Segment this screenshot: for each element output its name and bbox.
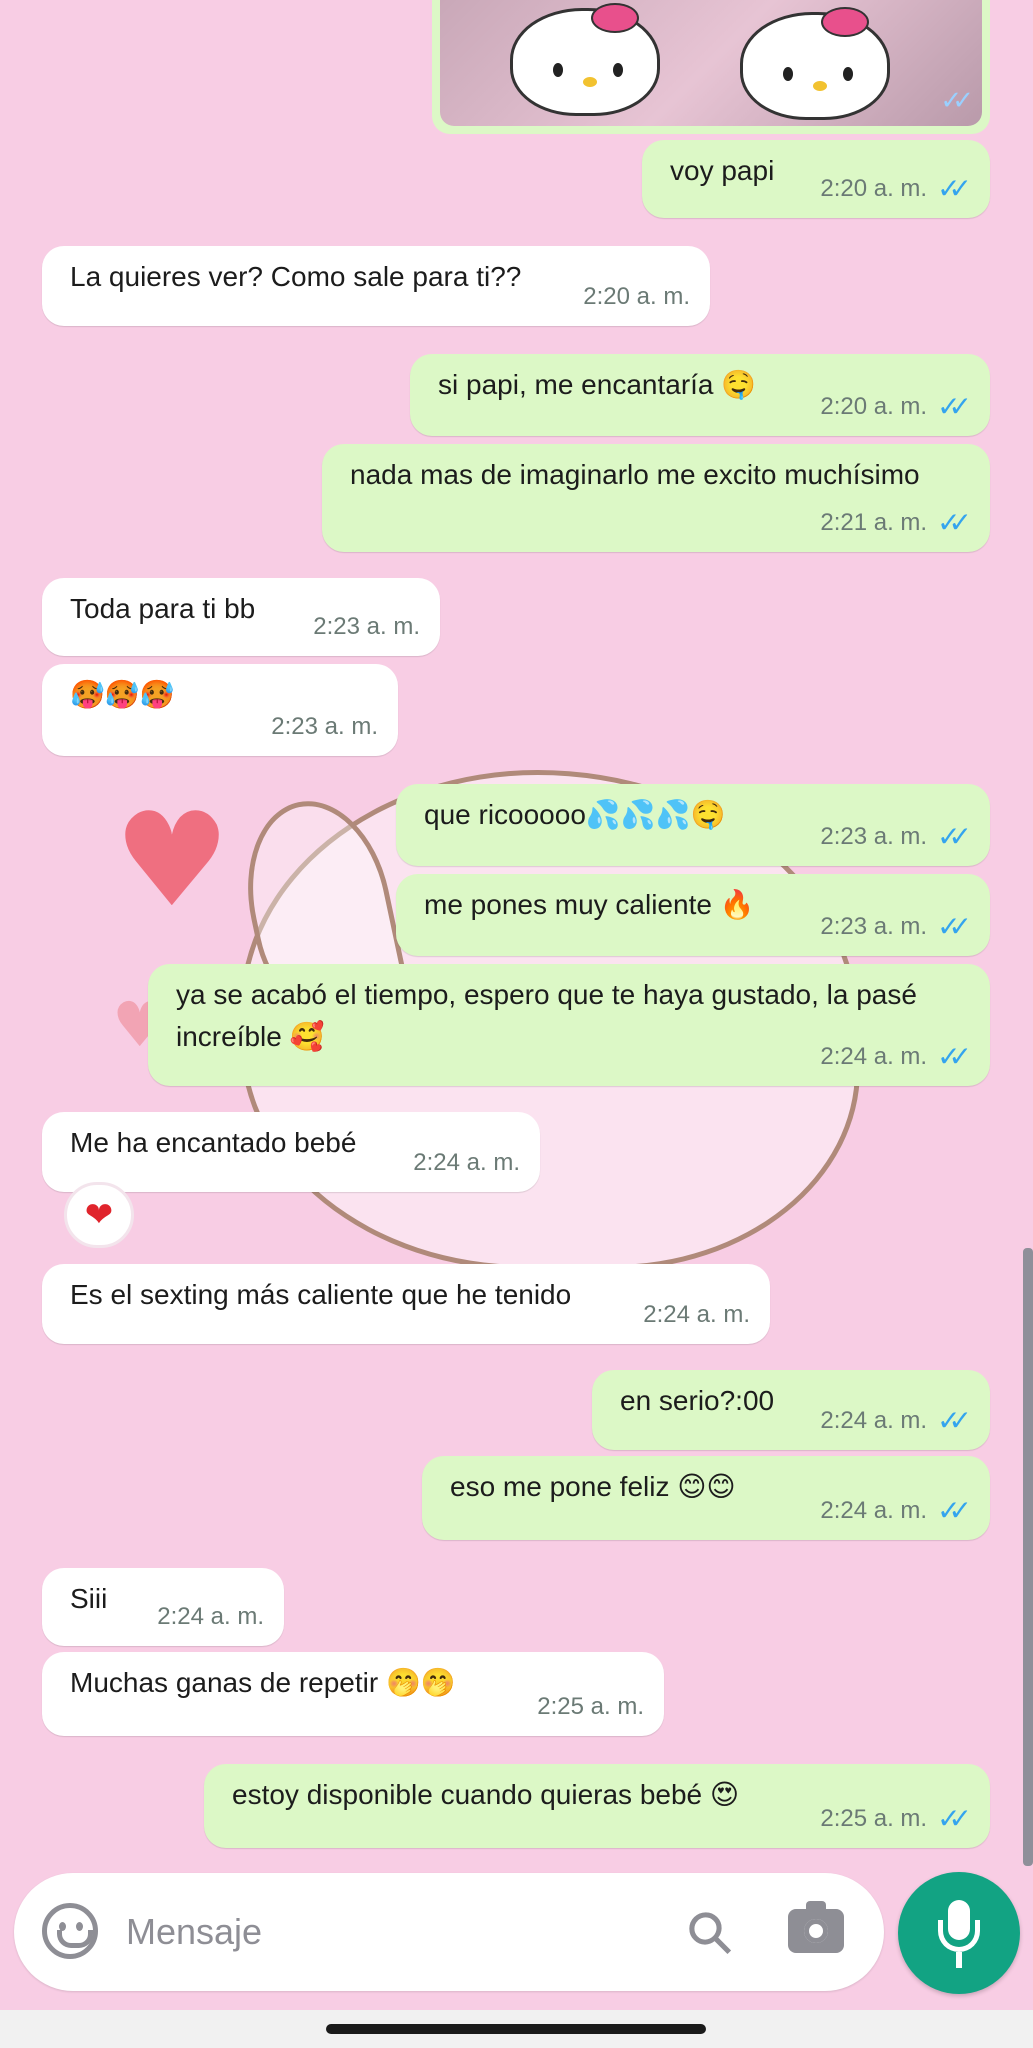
message-time: 2:24 a. m. [820, 1043, 928, 1070]
read-ticks-icon: ✓✓ [937, 911, 972, 942]
read-ticks-icon: ✓✓ [937, 1495, 972, 1526]
message-time: 2:25 a. m. [820, 1805, 928, 1832]
system-navigation-bar [0, 2010, 1033, 2048]
message-outgoing[interactable]: en serio?:00 2:24 a. m. ✓✓ [592, 1370, 990, 1450]
message-incoming[interactable]: Toda para ti bb 2:23 a. m. [42, 578, 440, 656]
message-time: 2:24 a. m. [820, 1497, 928, 1524]
message-text: si papi, me encantaría 🤤 [438, 369, 757, 400]
message-text: 🥵🥵🥵 [70, 678, 175, 711]
message-outgoing[interactable]: si papi, me encantaría 🤤 2:20 a. m. ✓✓ [410, 354, 990, 436]
message-time: 2:21 a. m. [820, 509, 928, 536]
message-incoming[interactable]: Me ha encantado bebé 2:24 a. m. [42, 1112, 540, 1192]
message-text: que ricooooo💦💦💦🤤 [424, 799, 726, 830]
message-time: 2:20 a. m. [583, 283, 690, 310]
kitty-sticker-icon [740, 7, 890, 120]
message-time: 2:20 a. m. [820, 175, 928, 202]
message-text: Toda para ti bb [70, 593, 256, 624]
message-text: me pones muy caliente 🔥 [424, 889, 755, 920]
image-message[interactable]: ✓✓ [432, 0, 990, 134]
read-ticks-icon: ✓✓ [937, 1803, 972, 1834]
kitty-sticker-icon [510, 3, 660, 116]
message-time: 2:20 a. m. [820, 393, 928, 420]
message-incoming[interactable]: Es el sexting más caliente que he tenido… [42, 1264, 770, 1344]
message-text: Es el sexting más caliente que he tenido [70, 1279, 572, 1310]
camera-icon[interactable] [788, 1901, 844, 1953]
message-text: Siii [70, 1583, 108, 1614]
message-text: Muchas ganas de repetir 🤭🤭 [70, 1667, 456, 1698]
message-outgoing[interactable]: que ricooooo💦💦💦🤤 2:23 a. m. ✓✓ [396, 784, 990, 866]
read-ticks-icon: ✓✓ [937, 1405, 972, 1436]
read-ticks-icon: ✓✓ [937, 1041, 972, 1072]
read-ticks-icon: ✓✓ [940, 85, 973, 115]
wallpaper-heart-icon: ♥ [113, 784, 231, 936]
message-text: La quieres ver? Como sale para ti?? [70, 261, 522, 292]
message-outgoing[interactable]: ya se acabó el tiempo, espero que te hay… [148, 964, 990, 1086]
message-text: eso me pone feliz 😊😊 [450, 1471, 736, 1502]
message-outgoing[interactable]: me pones muy caliente 🔥 2:23 a. m. ✓✓ [396, 874, 990, 956]
message-outgoing[interactable]: estoy disponible cuando quieras bebé 😍 2… [204, 1764, 990, 1848]
read-ticks-icon: ✓✓ [937, 173, 972, 204]
read-ticks-icon: ✓✓ [937, 821, 972, 852]
message-time: 2:23 a. m. [820, 913, 928, 940]
message-time: 2:24 a. m. [643, 1301, 750, 1328]
emoji-icon[interactable] [42, 1903, 98, 1959]
image-thumbnail[interactable]: ✓✓ [440, 0, 982, 126]
heart-reaction-icon[interactable]: ❤ [64, 1182, 134, 1248]
message-input[interactable] [126, 1901, 556, 1963]
message-text: Me ha encantado bebé [70, 1127, 357, 1158]
message-text: estoy disponible cuando quieras bebé 😍 [232, 1779, 740, 1810]
chat-scrollbar[interactable] [1023, 1248, 1033, 1866]
mic-button[interactable] [898, 1872, 1020, 1994]
message-text-line: ya se acabó el tiempo, espero que te hay… [176, 979, 917, 1010]
message-composer: ⚲ [14, 1873, 884, 1991]
message-time: 2:25 a. m. [537, 1693, 644, 1720]
message-incoming[interactable]: Siii 2:24 a. m. [42, 1568, 284, 1646]
message-text: nada mas de imaginarlo me excito muchísi… [350, 459, 920, 490]
message-text: voy papi [670, 155, 775, 186]
message-outgoing[interactable]: voy papi 2:20 a. m. ✓✓ [642, 140, 990, 218]
home-gesture-handle[interactable] [326, 2024, 706, 2034]
message-incoming[interactable]: La quieres ver? Como sale para ti?? 2:20… [42, 246, 710, 326]
message-incoming[interactable]: Muchas ganas de repetir 🤭🤭 2:25 a. m. [42, 1652, 664, 1736]
message-incoming[interactable]: 🥵🥵🥵 2:23 a. m. [42, 664, 398, 756]
read-ticks-icon: ✓✓ [937, 391, 972, 422]
message-time: 2:23 a. m. [313, 613, 420, 640]
message-time: 2:24 a. m. [157, 1603, 264, 1630]
message-outgoing[interactable]: nada mas de imaginarlo me excito muchísi… [322, 444, 990, 552]
message-outgoing[interactable]: eso me pone feliz 😊😊 2:24 a. m. ✓✓ [422, 1456, 990, 1540]
message-text: en serio?:00 [620, 1385, 775, 1416]
message-time: 2:24 a. m. [413, 1149, 520, 1176]
message-time: 2:23 a. m. [271, 713, 378, 740]
read-ticks-icon: ✓✓ [937, 507, 972, 538]
message-time: 2:24 a. m. [820, 1407, 928, 1434]
message-time: 2:23 a. m. [820, 823, 928, 850]
attach-icon[interactable]: ⚲ [659, 1882, 761, 1984]
